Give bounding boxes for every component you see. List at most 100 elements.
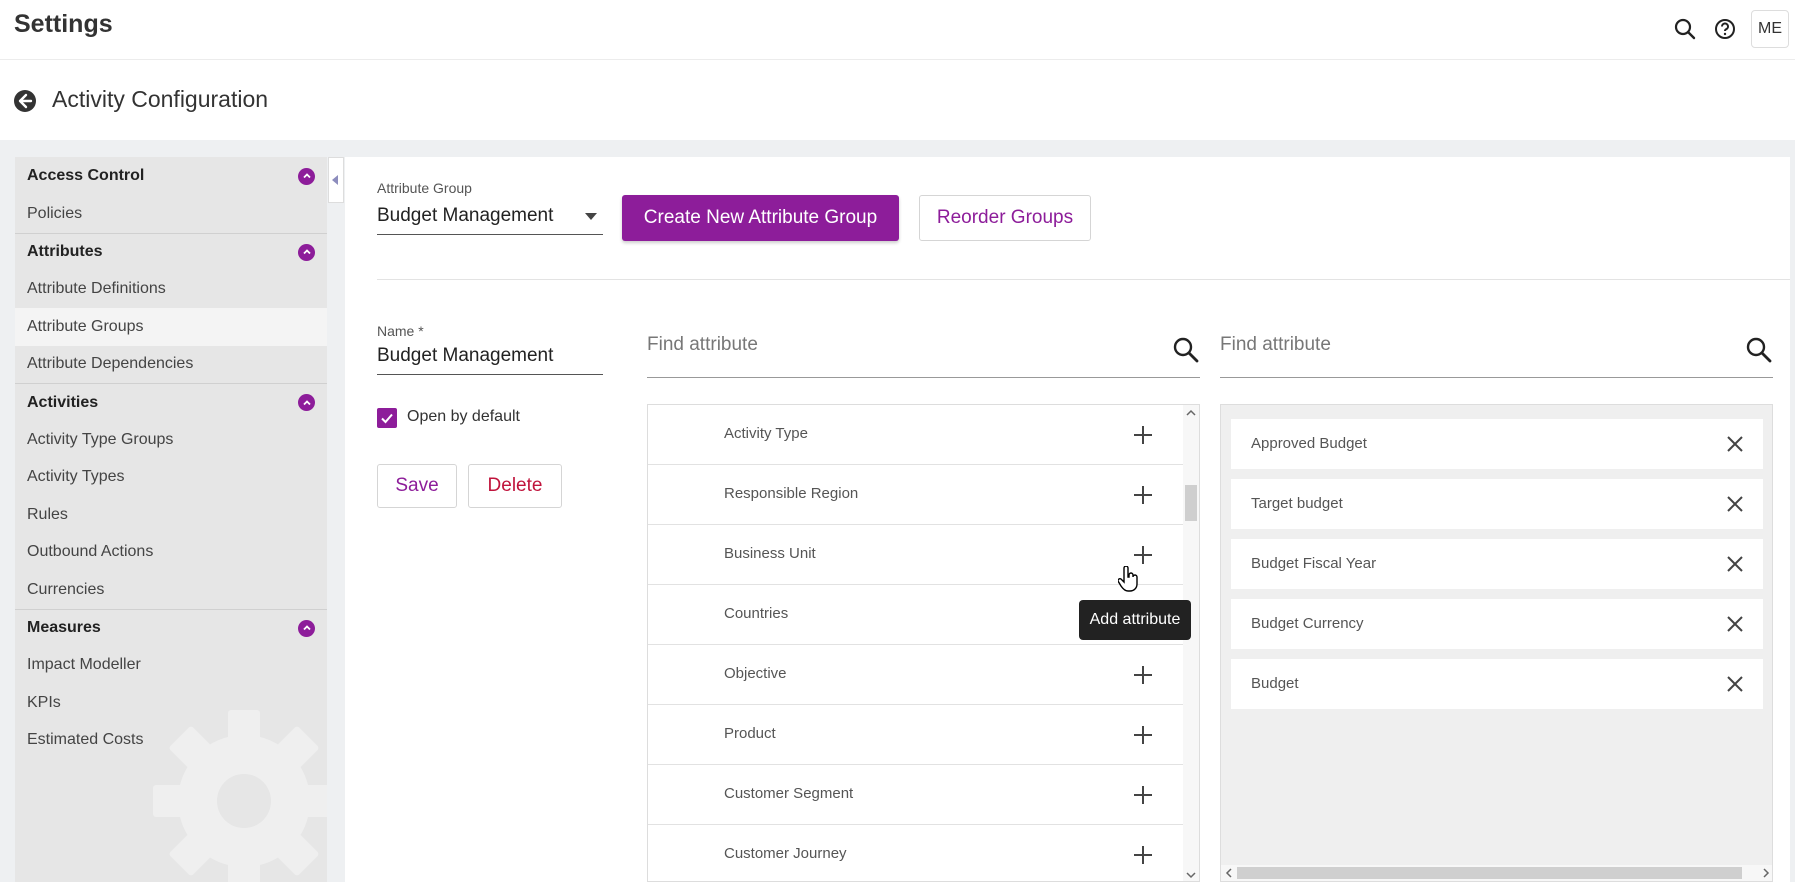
plus-icon[interactable] (1132, 844, 1154, 866)
vertical-scrollbar[interactable] (1183, 405, 1199, 882)
attribute-group-select[interactable]: Budget Management (377, 197, 603, 235)
attribute-label: Product (724, 725, 776, 742)
delete-button[interactable]: Delete (468, 464, 562, 508)
chevron-up-icon[interactable] (298, 167, 315, 185)
gear-icon (153, 710, 327, 882)
sidebar-collapse-button[interactable] (328, 157, 344, 203)
attribute-label: Budget Fiscal Year (1251, 555, 1377, 572)
plus-icon[interactable] (1132, 724, 1154, 746)
sidebar-item-policies[interactable]: Policies (15, 195, 327, 233)
main-panel: Attribute Group Budget Management Create… (345, 157, 1790, 882)
selected-search-input[interactable] (1220, 334, 1720, 356)
attribute-label: Activity Type (724, 425, 808, 442)
attribute-label: Target budget (1251, 495, 1343, 512)
plus-icon[interactable] (1132, 784, 1154, 806)
sidebar-item-rules[interactable]: Rules (15, 496, 327, 534)
sidebar-item-attribute-dependencies[interactable]: Attribute Dependencies (15, 346, 327, 384)
chevron-up-icon[interactable] (298, 619, 315, 637)
open-by-default-label: Open by default (407, 408, 520, 425)
list-item: Target budget (1231, 479, 1763, 529)
attribute-group-label: Attribute Group (377, 180, 472, 196)
available-search-input[interactable] (647, 334, 1147, 356)
open-by-default-checkbox[interactable] (377, 408, 397, 428)
attribute-label: Budget (1251, 675, 1299, 692)
app-title: Settings (14, 10, 113, 38)
name-value: Budget Management (377, 345, 554, 366)
scroll-down-icon[interactable] (1183, 867, 1199, 882)
chevron-up-icon[interactable] (298, 394, 315, 411)
help-icon[interactable] (1705, 9, 1745, 49)
selected-search (1220, 322, 1773, 378)
chevron-up-icon[interactable] (298, 243, 315, 261)
sidebar: Access Control Policies Attributes Attri… (15, 157, 327, 882)
horizontal-scrollbar[interactable] (1221, 865, 1773, 881)
scroll-up-icon[interactable] (1183, 405, 1199, 421)
close-icon[interactable] (1725, 554, 1745, 574)
attribute-group-value: Budget Management (377, 205, 554, 226)
attribute-label: Countries (724, 605, 789, 622)
list-item: Budget (1231, 659, 1763, 709)
plus-icon[interactable] (1132, 544, 1154, 566)
divider (377, 279, 1790, 280)
scroll-right-icon[interactable] (1758, 865, 1773, 881)
close-icon[interactable] (1725, 614, 1745, 634)
page-title: Activity Configuration (52, 86, 269, 112)
sidebar-section-access-control[interactable]: Access Control (15, 157, 327, 195)
search-icon[interactable] (1665, 9, 1705, 49)
close-icon[interactable] (1725, 434, 1745, 454)
sidebar-item-outbound-actions[interactable]: Outbound Actions (15, 534, 327, 572)
reorder-groups-button[interactable]: Reorder Groups (919, 195, 1091, 241)
list-item: Responsible Region (648, 465, 1184, 525)
check-icon (381, 413, 393, 424)
plus-icon[interactable] (1132, 424, 1154, 446)
create-attribute-group-button[interactable]: Create New Attribute Group (622, 195, 899, 241)
list-item: Activity Type (648, 405, 1184, 465)
sidebar-item-impact-modeller[interactable]: Impact Modeller (15, 647, 327, 685)
scrollbar-thumb[interactable] (1185, 485, 1197, 521)
sidebar-section-label: Activities (27, 393, 99, 411)
attribute-label: Responsible Region (724, 485, 859, 502)
attribute-label: Business Unit (724, 545, 816, 562)
close-icon[interactable] (1725, 494, 1745, 514)
scroll-left-icon[interactable] (1221, 865, 1237, 881)
attribute-label: Budget Currency (1251, 615, 1364, 632)
list-item: Customer Segment (648, 765, 1184, 825)
scrollbar-thumb[interactable] (1237, 867, 1742, 879)
list-item: Business Unit (648, 525, 1184, 585)
caret-left-icon (332, 175, 338, 185)
sidebar-item-activity-type-groups[interactable]: Activity Type Groups (15, 421, 327, 459)
name-field[interactable]: Budget Management (377, 337, 603, 375)
available-search (647, 322, 1200, 378)
sidebar-section-label: Attributes (27, 243, 103, 260)
sidebar-section-attributes[interactable]: Attributes (15, 232, 327, 271)
save-button[interactable]: Save (377, 464, 457, 508)
sidebar-item-attribute-groups[interactable]: Attribute Groups (15, 308, 327, 346)
sidebar-section-measures[interactable]: Measures (15, 608, 327, 647)
sidebar-item-currencies[interactable]: Currencies (15, 571, 327, 609)
page-header: Activity Configuration (0, 60, 1795, 140)
caret-down-icon (585, 213, 597, 220)
avatar[interactable]: ME (1751, 10, 1789, 48)
attribute-label: Objective (724, 665, 787, 682)
attribute-label: Approved Budget (1251, 435, 1367, 452)
sidebar-item-activity-types[interactable]: Activity Types (15, 459, 327, 497)
hand-cursor-icon (1117, 565, 1138, 592)
selected-attribute-list: Approved Budget Target budget Budget Fis… (1220, 404, 1773, 882)
sidebar-section-activities[interactable]: Activities (15, 383, 327, 421)
attribute-label: Customer Segment (724, 785, 854, 802)
plus-icon[interactable] (1132, 664, 1154, 686)
add-attribute-tooltip: Add attribute (1079, 600, 1191, 640)
list-item: Budget Fiscal Year (1231, 539, 1763, 589)
sidebar-section-label: Measures (27, 619, 101, 636)
list-item: Objective (648, 645, 1184, 705)
search-icon[interactable] (1172, 336, 1200, 364)
search-icon[interactable] (1745, 336, 1773, 364)
list-item: Approved Budget (1231, 419, 1763, 469)
back-arrow-icon[interactable] (13, 89, 37, 113)
attribute-label: Customer Journey (724, 845, 847, 862)
close-icon[interactable] (1725, 674, 1745, 694)
list-item: Product (648, 705, 1184, 765)
list-item: Customer Journey (648, 825, 1184, 881)
plus-icon[interactable] (1132, 484, 1154, 506)
sidebar-item-attribute-definitions[interactable]: Attribute Definitions (15, 271, 327, 309)
